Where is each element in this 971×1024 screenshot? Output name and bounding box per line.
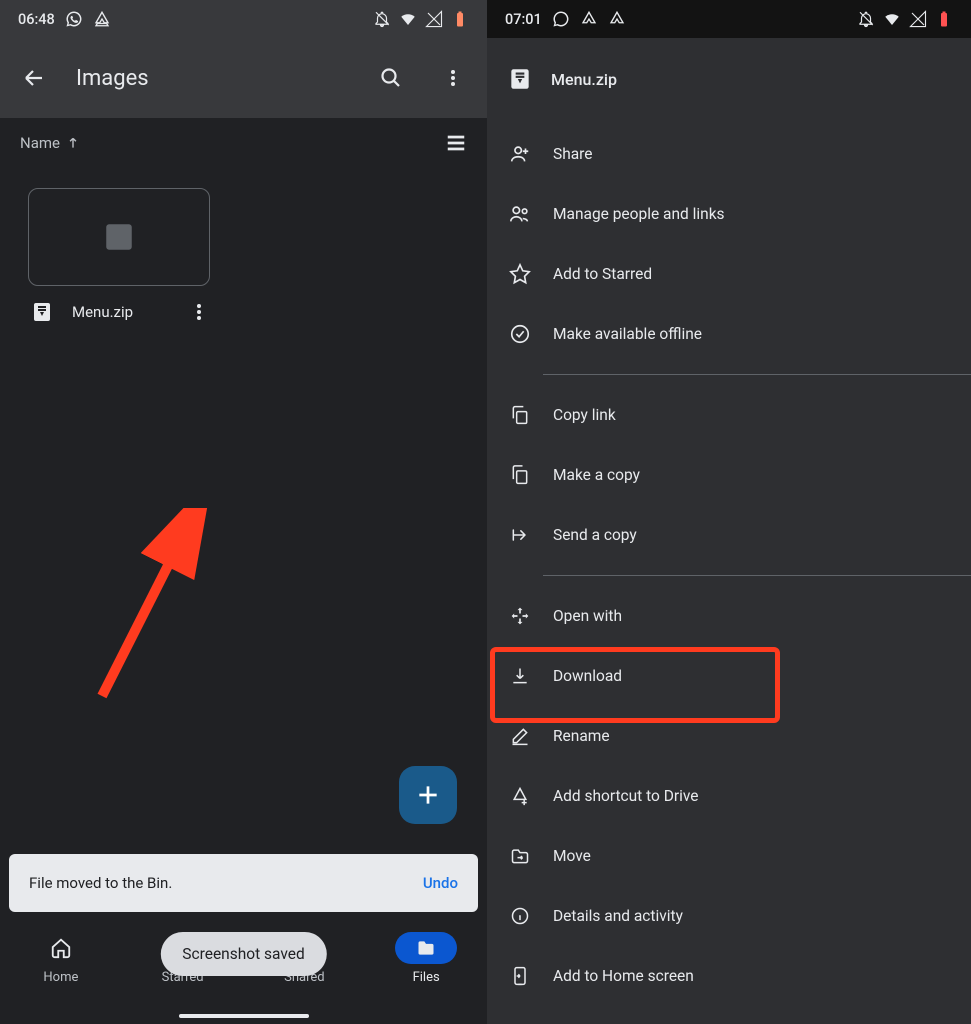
file-copy-icon [509,464,531,486]
menu-label: Move [553,847,591,865]
open-with-icon [509,605,531,627]
menu-label: Send a copy [553,526,637,544]
menu-divider [543,575,971,576]
nav-label: Home [43,970,78,985]
menu-add-shortcut[interactable]: Add shortcut to Drive [487,766,971,826]
status-time: 06:48 [18,11,55,28]
search-button[interactable] [371,58,411,98]
page-title: Images [76,66,349,91]
wifi-icon [399,10,417,28]
dnd-icon [373,10,391,28]
menu-label: Details and activity [553,907,683,925]
wifi-icon [883,10,901,28]
menu-label: Add shortcut to Drive [553,787,699,805]
signal-icon [425,10,443,28]
menu-label: Add to Starred [553,265,652,283]
download-icon [509,665,531,687]
sort-bar: Name [0,118,487,168]
person-add-icon [509,143,531,165]
menu-download[interactable]: Download [487,646,971,706]
annotation-arrow [90,508,220,708]
app-bar: Images [0,38,487,118]
sort-toggle[interactable]: Name [20,134,80,152]
dnd-icon [857,10,875,28]
menu-label: Open with [553,607,622,625]
battery-icon [451,10,469,28]
gesture-bar [179,1014,309,1018]
menu-label: Copy link [553,406,616,424]
menu-label: Rename [553,727,610,745]
status-bar: 06:48 [0,0,487,38]
home-icon [50,937,72,959]
menu-label: Download [553,667,622,685]
menu-make-copy[interactable]: Make a copy [487,445,971,505]
fab-new[interactable] [399,766,457,824]
sheet-file-name: Menu.zip [551,70,617,89]
menu-label: Add to Home screen [553,967,694,985]
screen-context-menu: 07:01 Menu.zip Share Manage people and l… [487,0,971,1024]
sort-label: Name [20,134,60,152]
drive-add-icon [509,785,531,807]
file-thumbnail[interactable] [28,188,210,286]
nav-files[interactable]: Files [365,932,487,1024]
screen-drive-folder: 06:48 Images Name [0,0,487,1024]
add-home-icon [509,965,531,987]
drive-icon [93,10,111,28]
plus-icon [415,782,441,808]
bottom-nav: Home Starred Shared Files Screenshot sav… [0,912,487,1024]
info-icon [509,905,531,927]
menu-open-with[interactable]: Open with [487,586,971,646]
star-icon [509,263,531,285]
menu-label: Make available offline [553,325,702,343]
archive-file-icon [102,220,136,254]
snackbar-message: File moved to the Bin. [29,874,423,892]
offline-icon [509,323,531,345]
people-icon [509,203,531,225]
send-icon [509,524,531,546]
arrow-up-icon [66,136,80,150]
menu-rename[interactable]: Rename [487,706,971,766]
file-grid: Menu.zip [0,168,487,832]
menu-offline[interactable]: Make available offline [487,304,971,364]
whatsapp-icon [65,10,83,28]
pencil-icon [509,725,531,747]
battery-icon [935,10,953,28]
menu-move[interactable]: Move [487,826,971,886]
nav-label: Files [413,970,440,985]
menu-manage-people[interactable]: Manage people and links [487,184,971,244]
drive-icon [608,10,626,28]
signal-icon [909,10,927,28]
folder-icon [415,938,437,958]
menu-share[interactable]: Share [487,124,971,184]
nav-home[interactable]: Home [0,932,122,1024]
file-name: Menu.zip [72,303,172,321]
menu-add-starred[interactable]: Add to Starred [487,244,971,304]
more-button[interactable] [433,58,473,98]
menu-label: Manage people and links [553,205,725,223]
menu-details[interactable]: Details and activity [487,886,971,946]
archive-file-icon [30,300,54,324]
copy-icon [509,404,531,426]
sheet-header: Menu.zip [487,44,971,114]
status-bar: 07:01 [487,0,971,38]
snackbar-action-undo[interactable]: Undo [423,874,458,892]
file-more-button[interactable] [190,303,208,321]
back-button[interactable] [14,58,54,98]
menu-add-home-screen[interactable]: Add to Home screen [487,946,971,1006]
file-entry[interactable]: Menu.zip [28,286,210,338]
archive-file-icon [507,66,533,92]
menu-copy-link[interactable]: Copy link [487,385,971,445]
drive-icon [580,10,598,28]
toast-screenshot-saved: Screenshot saved [160,932,326,976]
status-time: 07:01 [505,11,542,28]
whatsapp-icon [552,10,570,28]
menu-divider [543,374,971,375]
view-toggle[interactable] [445,132,467,154]
folder-move-icon [509,845,531,867]
menu-send-copy[interactable]: Send a copy [487,505,971,565]
menu-label: Make a copy [553,466,640,484]
menu-label: Share [553,145,593,163]
snackbar: File moved to the Bin. Undo [9,854,478,912]
list-view-icon [445,132,467,154]
